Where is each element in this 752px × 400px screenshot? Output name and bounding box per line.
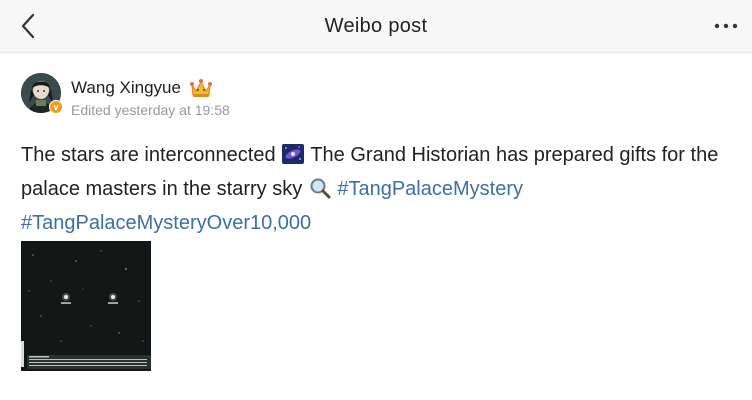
hashtag-link[interactable]: #TangPalaceMysteryOver10,000 <box>21 212 311 234</box>
chevron-left-icon <box>21 13 35 39</box>
author-name[interactable]: Wang Xingyue <box>71 78 181 98</box>
post-text-segment: The stars are interconnected <box>21 144 282 166</box>
post-body: The stars are interconnected The Grand H… <box>21 140 733 238</box>
hashtag-link[interactable]: #TangPalaceMystery <box>337 178 523 200</box>
post-timestamp: Edited yesterday at 19:58 <box>71 102 230 118</box>
crown-icon <box>189 77 213 99</box>
starry-sky-image <box>21 241 151 371</box>
post-image[interactable] <box>21 241 151 371</box>
author-avatar[interactable]: v <box>21 73 63 114</box>
page-title: Weibo post <box>324 15 428 37</box>
top-bar: Weibo post <box>0 0 752 53</box>
more-horizontal-icon <box>714 23 738 29</box>
more-options-button[interactable] <box>712 12 740 40</box>
author-name-row: Wang Xingyue <box>71 77 213 99</box>
back-button[interactable] <box>14 12 42 40</box>
galaxy-emoji-icon <box>281 143 305 174</box>
verified-badge: v <box>49 100 63 114</box>
magnifier-emoji-icon <box>308 177 332 208</box>
